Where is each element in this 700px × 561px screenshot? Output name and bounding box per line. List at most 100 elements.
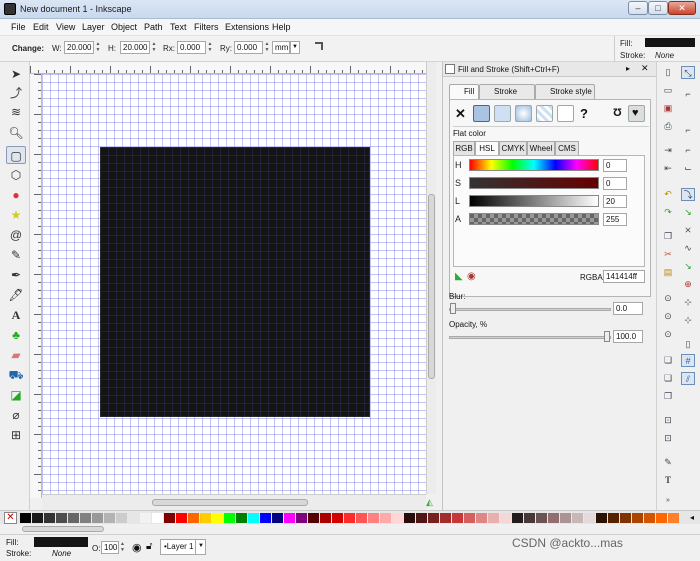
corner-reset-icon[interactable] [315, 42, 323, 50]
tweak-tool-icon[interactable]: ≋ [6, 103, 26, 121]
tab-cmyk[interactable]: CMYK [499, 141, 527, 155]
vertical-ruler[interactable] [30, 74, 42, 498]
dialog-arrow-icon[interactable]: ▸ [626, 64, 630, 73]
palette-swatch[interactable] [356, 513, 367, 523]
alpha-value[interactable]: 255 [603, 213, 627, 226]
palette-menu-icon[interactable]: ◂ [690, 513, 694, 522]
fill-rule-evenodd-icon[interactable]: Ʊ [613, 107, 622, 119]
clone-icon[interactable]: ❏ [661, 372, 675, 385]
open-icon[interactable]: ▭ [661, 84, 675, 97]
snap-grid-icon[interactable]: # [681, 354, 695, 367]
group-icon[interactable]: ⊡ [661, 414, 675, 427]
palette-swatch[interactable] [524, 513, 535, 523]
palette-swatch[interactable] [392, 513, 403, 523]
node-tool-icon[interactable]: ⤴ [6, 84, 26, 102]
palette-swatch[interactable] [404, 513, 415, 523]
tab-cms[interactable]: CMS [555, 141, 579, 155]
radial-gradient-button[interactable] [515, 105, 532, 122]
palette-swatch[interactable] [572, 513, 583, 523]
undo-icon[interactable]: ↶ [661, 188, 675, 201]
zoom-tool-icon[interactable]: 🔍︎ [6, 124, 26, 142]
calligraphy-tool-icon[interactable]: 🖋︎ [6, 286, 26, 304]
redo-icon[interactable]: ↷ [661, 206, 675, 219]
snap-page-icon[interactable]: ▯ [681, 338, 695, 351]
palette-swatch[interactable] [488, 513, 499, 523]
eraser-tool-icon[interactable]: ▰ [6, 346, 26, 364]
text-tool-icon[interactable]: A [6, 306, 26, 324]
menu-filters[interactable]: Filters [194, 22, 219, 32]
layer-visibility-icon[interactable]: ◉ [132, 541, 142, 554]
save-icon[interactable]: ▣ [661, 102, 675, 115]
status-opacity-spin[interactable]: ▲ ▼ [120, 541, 125, 553]
horizontal-scroll-thumb[interactable] [152, 499, 308, 506]
palette-swatch[interactable] [68, 513, 79, 523]
snap-intersection-icon[interactable]: ⨯ [681, 224, 695, 237]
no-color-swatch-icon[interactable]: ✕ [4, 512, 17, 524]
saturation-slider[interactable] [469, 177, 599, 189]
palette-swatch[interactable] [92, 513, 103, 523]
tab-rgb[interactable]: RGB [453, 141, 475, 155]
palette-swatch[interactable] [452, 513, 463, 523]
layer-dropdown-arrow[interactable]: ▼ [195, 539, 206, 555]
minimize-button[interactable]: – [628, 1, 648, 15]
unit-dropdown-arrow[interactable]: ▼ [290, 41, 300, 54]
lightness-slider[interactable] [469, 195, 599, 207]
menu-extensions[interactable]: Extensions [225, 22, 269, 32]
palette-swatch[interactable] [284, 513, 295, 523]
more-commands-icon[interactable]: » [661, 494, 675, 507]
snap-bbox-icon[interactable]: ⌐ [681, 88, 695, 101]
print-icon[interactable]: ⎙ [661, 120, 675, 133]
spiral-tool-icon[interactable]: @ [6, 226, 26, 244]
ungroup-icon[interactable]: ⊡ [661, 432, 675, 445]
menu-layer[interactable]: Layer [82, 22, 105, 32]
cut-icon[interactable]: ✂ [661, 248, 675, 261]
palette-swatch[interactable] [308, 513, 319, 523]
star-tool-icon[interactable]: ★ [6, 206, 26, 224]
palette-swatch[interactable] [560, 513, 571, 523]
connector-tool-icon[interactable]: ⊞ [6, 426, 26, 444]
palette-swatch[interactable] [440, 513, 451, 523]
palette-swatch[interactable] [164, 513, 175, 523]
snap-cusp-icon[interactable]: ↘ [681, 260, 695, 273]
rectangle-tool-icon[interactable]: ▢ [6, 146, 26, 164]
status-fill-swatch[interactable] [34, 537, 88, 547]
palette-swatch[interactable] [464, 513, 475, 523]
paste-icon[interactable]: ▤ [661, 266, 675, 279]
vertical-scroll-thumb[interactable] [428, 194, 435, 379]
status-opacity-input[interactable]: 100 [101, 541, 119, 554]
tab-stroke-style[interactable]: Stroke style [535, 84, 595, 99]
palette-swatch[interactable] [632, 513, 643, 523]
saturation-value[interactable]: 0 [603, 177, 627, 190]
ry-spin[interactable]: ▲ ▼ [264, 41, 270, 54]
new-document-icon[interactable]: ▯ [661, 66, 675, 79]
snap-guide-icon[interactable]: ⫽ [681, 372, 695, 385]
tab-wheel[interactable]: Wheel [527, 141, 555, 155]
palette-swatch[interactable] [20, 513, 31, 523]
layer-lock-icon[interactable]: 🔓︎ [146, 541, 152, 552]
unset-paint-icon[interactable]: ? [580, 106, 588, 121]
menu-file[interactable]: File [11, 22, 26, 32]
zoom-selection-icon[interactable]: ⊙ [661, 292, 675, 305]
horizontal-ruler[interactable] [30, 62, 426, 74]
palette-swatch[interactable] [620, 513, 631, 523]
opacity-slider-handle[interactable] [604, 331, 610, 342]
palette-swatch[interactable] [272, 513, 283, 523]
palette-swatch[interactable] [56, 513, 67, 523]
height-input[interactable]: 20.000 [120, 41, 150, 54]
snap-path-icon[interactable]: ↘ [681, 206, 695, 219]
palette-swatch[interactable] [80, 513, 91, 523]
palette-swatch[interactable] [644, 513, 655, 523]
style-fill-swatch[interactable] [645, 38, 695, 47]
palette-swatch[interactable] [608, 513, 619, 523]
palette-swatch[interactable] [548, 513, 559, 523]
menu-help[interactable]: Help [272, 22, 291, 32]
palette-swatch[interactable] [416, 513, 427, 523]
opacity-slider[interactable] [449, 336, 611, 339]
lightness-value[interactable]: 20 [603, 195, 627, 208]
snap-center-icon[interactable]: ⊕ [681, 278, 695, 291]
palette-scrollbar[interactable] [0, 524, 700, 534]
selector-tool-icon[interactable]: ➤ [6, 65, 26, 83]
fill-rule-nonzero-icon[interactable]: ♥ [628, 105, 645, 122]
flat-color-button[interactable] [473, 105, 490, 122]
pencil-tool-icon[interactable]: ✎ [6, 246, 26, 264]
